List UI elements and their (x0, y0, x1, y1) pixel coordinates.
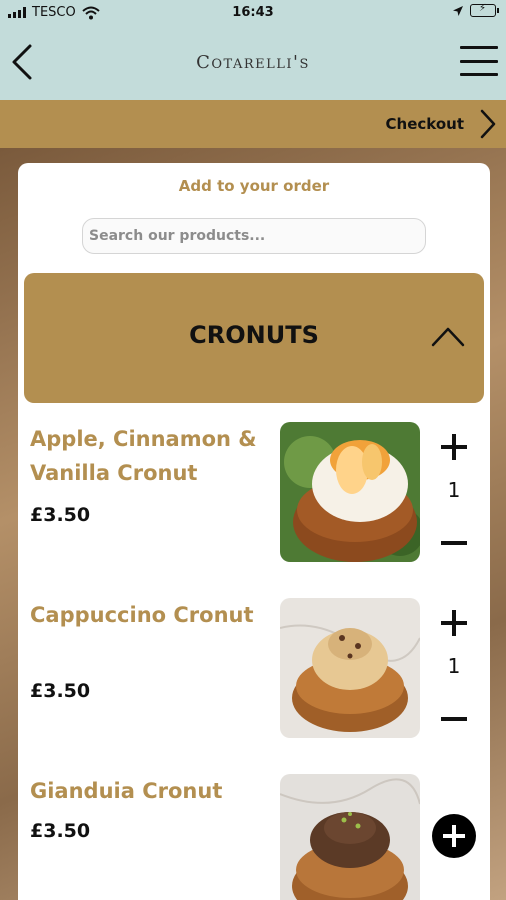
chevron-up-icon[interactable] (430, 323, 466, 349)
product-item: Apple, Cinnamon & Vanilla Cronut £3.50 1 (18, 422, 490, 572)
status-right: ⚡ (452, 3, 499, 17)
quantity-stepper: 1 (436, 434, 472, 554)
quantity-value: 1 (447, 478, 461, 502)
product-price: £3.50 (30, 504, 91, 526)
quantity-value: 1 (447, 654, 461, 678)
product-price: £3.50 (30, 680, 91, 702)
plus-icon[interactable] (441, 610, 467, 636)
add-button[interactable] (432, 814, 476, 858)
status-bar: TESCO 16:43 ⚡ (0, 0, 506, 26)
checkout-button[interactable]: Checkout (386, 108, 498, 140)
product-image[interactable] (280, 774, 420, 900)
product-item: Gianduia Cronut £3.50 (18, 774, 490, 900)
checkout-bar: Checkout (0, 100, 506, 148)
product-image[interactable] (280, 422, 420, 562)
minus-icon[interactable] (441, 706, 467, 732)
search-input[interactable] (82, 218, 426, 254)
minus-icon[interactable] (441, 530, 467, 556)
category-header-cronuts[interactable]: CRONUTS (24, 273, 484, 403)
quantity-stepper: 1 (436, 610, 472, 730)
product-price: £3.50 (30, 820, 91, 842)
hamburger-menu-icon (460, 46, 498, 49)
order-heading: Add to your order (178, 177, 330, 195)
nav-bar: Cotarelli's (0, 26, 506, 100)
status-time: 16:43 (232, 5, 274, 20)
category-title: CRONUTS (189, 321, 319, 349)
checkout-label: Checkout (385, 115, 464, 133)
menu-button[interactable] (460, 46, 498, 76)
product-item: Cappuccino Cronut £3.50 1 (18, 598, 490, 748)
chevron-right-icon (480, 109, 496, 139)
battery-icon: ⚡ (470, 3, 499, 17)
product-image[interactable] (280, 598, 420, 738)
product-name: Apple, Cinnamon & Vanilla Cronut (30, 427, 257, 485)
product-name: Cappuccino Cronut (30, 603, 254, 627)
product-name: Gianduia Cronut (30, 779, 223, 803)
location-arrow-icon (453, 5, 463, 16)
app-title: Cotarelli's (196, 52, 310, 73)
plus-icon[interactable] (441, 434, 467, 460)
